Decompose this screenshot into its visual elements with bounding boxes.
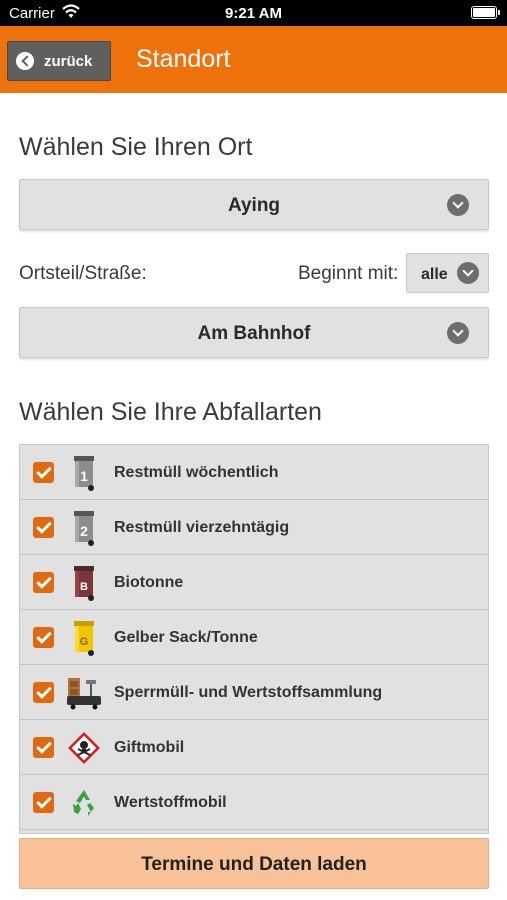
svg-text:B: B (80, 581, 88, 593)
list-item[interactable]: B Biotonne (20, 555, 488, 610)
checkbox[interactable] (33, 737, 54, 758)
battery-icon (471, 6, 500, 19)
checkbox[interactable] (33, 792, 54, 813)
list-item[interactable]: Wertstoffmobil (20, 775, 488, 830)
load-dates-button-label: Termine und Daten laden (141, 854, 367, 875)
location-heading: Wählen Sie Ihren Ort (19, 133, 253, 161)
place-select[interactable]: Aying (19, 179, 489, 230)
checkbox[interactable] (33, 517, 54, 538)
list-item[interactable]: Giftmobil (20, 720, 488, 775)
svg-text:1: 1 (80, 468, 88, 484)
street-label: Ortsteil/Straße: (19, 263, 147, 284)
back-button[interactable]: zurück (7, 41, 111, 81)
filter-label: Beginnt mit: (298, 263, 399, 284)
list-item[interactable]: Sperrmüll- und Wertstoffsammlung (20, 665, 488, 720)
list-item-label: Giftmobil (114, 739, 185, 756)
chevron-left-icon (16, 52, 34, 70)
status-bar: Carrier 9:21 AM (0, 0, 507, 26)
list-item-label: Restmüll vierzehntägig (114, 519, 290, 536)
starts-with-select[interactable]: alle (406, 253, 489, 293)
waste-type-list: 1 Restmüll wöchentlich 2 Restmüll vierze… (19, 444, 489, 834)
residual-bin-1-icon: 1 (74, 456, 94, 491)
starts-with-value: alle (421, 266, 448, 283)
list-item[interactable]: 2 Restmüll vierzehntägig (20, 500, 488, 555)
checkbox[interactable] (33, 462, 54, 483)
hazard-icon (68, 732, 100, 764)
clock: 9:21 AM (225, 5, 282, 22)
list-item-label: Sperrmüll- und Wertstoffsammlung (114, 684, 383, 701)
list-item[interactable]: G Gelber Sack/Tonne (20, 610, 488, 665)
bulky-waste-icon (67, 678, 101, 710)
nav-bar: zurück Standort (0, 26, 507, 93)
residual-bin-2-icon: 2 (74, 511, 94, 546)
bio-bin-icon: B (74, 566, 94, 601)
recycling-icon (73, 790, 94, 816)
list-item-label: Biotonne (114, 574, 184, 591)
waste-heading: Wählen Sie Ihre Abfallarten (19, 398, 322, 426)
load-dates-button[interactable]: Termine und Daten laden (19, 838, 489, 889)
street-select-value: Am Bahnhof (197, 323, 311, 344)
page-title: Standort (136, 45, 231, 73)
list-item-label: Gelber Sack/Tonne (114, 629, 258, 646)
street-select[interactable]: Am Bahnhof (19, 307, 489, 358)
checkbox[interactable] (33, 682, 54, 703)
svg-text:G: G (80, 636, 89, 648)
svg-text:2: 2 (80, 523, 88, 539)
yellow-bin-icon: G (74, 621, 94, 656)
list-item-label: Wertstoffmobil (114, 794, 227, 811)
back-button-label: zurück (44, 53, 93, 70)
chevron-down-icon (447, 194, 469, 216)
list-item[interactable]: 1 Restmüll wöchentlich (20, 445, 488, 500)
checkbox[interactable] (33, 627, 54, 648)
checkbox[interactable] (33, 572, 54, 593)
chevron-down-icon (457, 262, 479, 284)
place-select-value: Aying (227, 195, 281, 216)
chevron-down-icon (447, 322, 469, 344)
list-item-label: Restmüll wöchentlich (114, 464, 279, 481)
